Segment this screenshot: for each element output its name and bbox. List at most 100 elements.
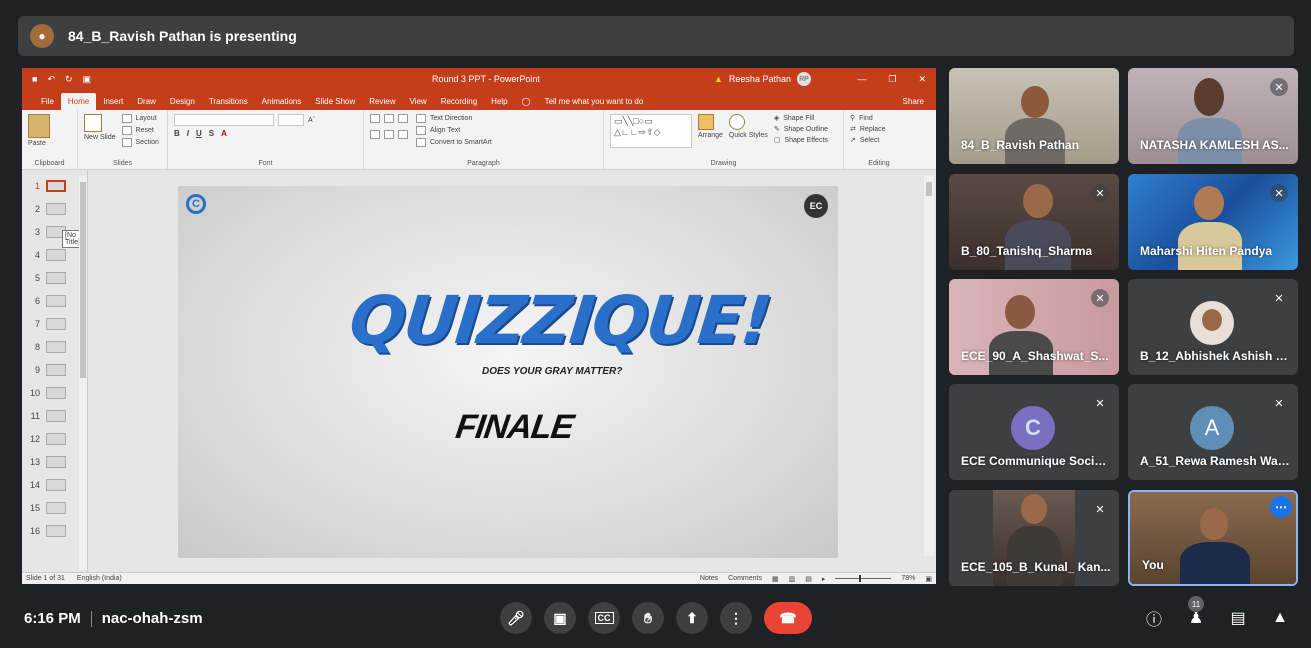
align-row — [370, 130, 408, 139]
participant-tile[interactable]: C ✕ ECE Communique Society — [949, 384, 1119, 480]
find-icon: ⚲ — [850, 115, 856, 122]
align-text-label: Align Text — [430, 127, 461, 134]
end-call-icon: ☎ — [779, 609, 797, 626]
participant-tile[interactable]: A ✕ A_51_Rewa Ramesh Waz... — [1128, 384, 1298, 480]
more-options-button[interactable]: ⋮ — [720, 602, 752, 634]
group-font: Aˆ BIUSA Font — [168, 110, 364, 169]
self-figure — [1200, 508, 1228, 540]
participant-tile[interactable]: ✕ ECE_105_B_Kunal_ Kan... — [949, 490, 1119, 586]
font-name-box — [174, 114, 274, 126]
mic-off-icon: ✕ — [1091, 184, 1109, 202]
present-icon: ⬆ — [686, 609, 698, 626]
participant-tile[interactable]: ✕ ECE_90_A_Shashwat_S... — [949, 279, 1119, 375]
self-name: You — [1142, 558, 1164, 572]
tab-view: View — [409, 97, 427, 106]
microphone-icon: 🎤︎ — [507, 609, 525, 626]
numbering-icon — [384, 114, 394, 123]
slide-thumb-12: 12 — [26, 429, 82, 449]
participant-tile[interactable]: ✕ NATASHA KAMLESH AS... — [1128, 68, 1298, 164]
convert-smartart-label: Convert to SmartArt — [430, 139, 492, 146]
more-options-icon[interactable]: ⋯ — [1270, 496, 1292, 518]
activities-button[interactable]: ▲ — [1268, 606, 1292, 630]
font-size-box — [278, 114, 304, 126]
self-tile[interactable]: ⋯ You — [1128, 490, 1298, 586]
participant-tile[interactable]: 84_B_Ravish Pathan — [949, 68, 1119, 164]
slide-thumb-image — [46, 479, 66, 491]
participant-tile[interactable]: ✕ B_12_Abhishek Ashish J... — [1128, 279, 1298, 375]
thumbnail-scroll-thumb — [80, 182, 86, 378]
align-text-button: Align Text — [416, 126, 492, 135]
comments-button: Comments — [728, 575, 762, 582]
meeting-time: 6:16 PM — [24, 610, 81, 627]
slide-thumb-10: 10 — [26, 383, 82, 403]
slide-thumb-image — [46, 249, 66, 261]
select-button: ↗ Select — [850, 136, 908, 145]
slide-thumb-2: 2 — [26, 199, 82, 219]
slide-thumb-image — [46, 502, 66, 514]
slide-thumb-14: 14 — [26, 475, 82, 495]
current-slide: C EC QUIZZIQUE! DOES YOUR GRAY MATTER? F… — [178, 186, 838, 558]
share-button: Share — [902, 97, 924, 106]
paste-label: Paste — [28, 140, 46, 147]
microphone-button[interactable]: 🎤︎ — [500, 602, 532, 634]
shape-effects-label: Shape Effects — [784, 136, 828, 144]
chat-icon: ▤ — [1230, 610, 1246, 627]
leave-call-button[interactable]: ☎ — [764, 602, 812, 634]
slide-thumb-image — [46, 433, 66, 445]
tab-draw: Draw — [137, 97, 156, 106]
communique-logo: C — [186, 194, 206, 214]
participant-tile[interactable]: ✕ B_80_Tanishq_Sharma — [949, 174, 1119, 270]
slide-thumb-number: 11 — [30, 411, 40, 421]
participant-tile[interactable]: ✕ Maharshi Hiten Pandya — [1128, 174, 1298, 270]
shape-effects-icon: ▢ — [773, 137, 781, 144]
participant-name: ECE_105_B_Kunal_ Kan... — [961, 560, 1111, 574]
tab-help: Help — [491, 97, 508, 106]
slide-thumb-number: 8 — [34, 342, 40, 352]
mic-off-icon: ✕ — [1091, 500, 1109, 518]
status-left: Slide 1 of 31 English (India) — [26, 575, 122, 582]
arrange-icon — [698, 114, 714, 130]
people-button[interactable]: 11 ♟ — [1184, 596, 1208, 630]
group-drawing: ▭╲╲□○▭ △∟∟⇨⇧◇ Arrange Quick Styles ◈ Shape… — [604, 110, 844, 169]
slide-thumb-8: 8 — [26, 337, 82, 357]
fit-slide-icon: ▣ — [925, 575, 932, 583]
status-right: Notes Comments ▦ ▥ ▤ ▸ 78% ▣ — [700, 575, 932, 583]
slide-thumb-15: 15 — [26, 498, 82, 518]
underline-icon: U — [196, 129, 202, 138]
captions-button[interactable]: CC — [588, 602, 620, 634]
slide-thumb-number: 7 — [34, 319, 40, 329]
chat-button[interactable]: ▤ — [1226, 606, 1250, 630]
meeting-details-button[interactable]: ⓘ — [1142, 606, 1166, 630]
shape-fill-icon: ◈ — [773, 115, 780, 122]
mic-off-icon: ✕ — [1270, 289, 1288, 307]
slide-thumb-number: 6 — [34, 296, 40, 306]
meeting-info: 6:16 PM nac-ohah-zsm — [24, 610, 203, 628]
slide-thumb-6: 6 — [26, 291, 82, 311]
presenter-avatar: ● — [30, 24, 54, 48]
group-label-clipboard: Clipboard — [34, 160, 65, 167]
slide-thumb-image — [46, 364, 66, 376]
slide-thumb-number: 4 — [34, 250, 40, 260]
slide-thumb-image — [46, 525, 66, 537]
participant-figure — [1005, 295, 1035, 329]
slide-title: QUIZZIQUE! — [345, 282, 774, 359]
shape-fill-button: ◈ Shape Fill — [773, 114, 828, 123]
slide-thumb-image — [46, 318, 66, 330]
account-name: Reesha Pathan — [728, 74, 791, 84]
group-label-font: Font — [258, 160, 273, 167]
group-paragraph: Text Direction Align Text Convert to Sma… — [364, 110, 604, 169]
present-button[interactable]: ⬆ — [676, 602, 708, 634]
slide-thumb-number: 13 — [29, 457, 40, 467]
slide-thumb-image — [46, 456, 66, 468]
tab-recording: Recording — [440, 97, 478, 106]
text-direction-icon — [416, 114, 426, 123]
participant-figure — [1194, 186, 1224, 220]
participant-initial-avatar: A — [1190, 406, 1234, 450]
shape-effects-button: ▢ Shape Effects — [773, 136, 828, 145]
participant-body — [1007, 526, 1061, 586]
replace-icon: ⇄ — [850, 126, 856, 133]
camera-button[interactable]: ▣ — [544, 602, 576, 634]
align-text-icon — [416, 126, 426, 135]
raise-hand-button[interactable]: ✋︎ — [632, 602, 664, 634]
ppt-titlebar: ■ ↶ ↻ ▣ Round 3 PPT - PowerPoint ▲ Reesh… — [22, 68, 936, 90]
